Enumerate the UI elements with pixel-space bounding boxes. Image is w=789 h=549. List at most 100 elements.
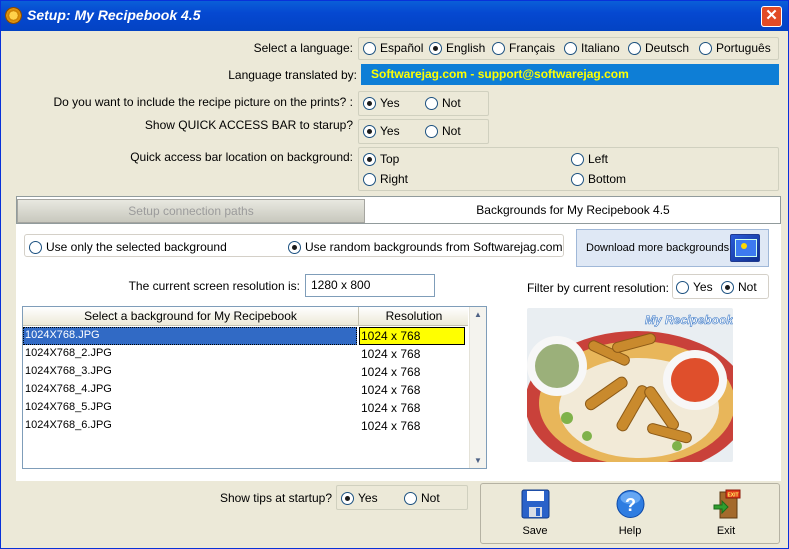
radio-only-selected[interactable]: Use only the selected background bbox=[29, 240, 227, 254]
radio-circle bbox=[363, 124, 376, 138]
save-label: Save bbox=[522, 525, 548, 537]
grid-cell-file: 1024X768_3.JPG bbox=[25, 365, 112, 377]
svg-text:?: ? bbox=[625, 495, 636, 515]
exit-door-icon: EXIT bbox=[713, 489, 741, 519]
radio-quick-no[interactable]: Not bbox=[425, 124, 461, 138]
radio-circle bbox=[699, 41, 712, 55]
monitor-download-icon bbox=[730, 234, 760, 262]
radio-label: Left bbox=[588, 152, 609, 166]
radio-label: Not bbox=[738, 280, 757, 294]
app-flower-icon bbox=[5, 7, 22, 24]
grid-cell-res: 1024 x 768 bbox=[361, 419, 421, 433]
radio-label: Top bbox=[380, 152, 400, 166]
radio-random-backgrounds[interactable]: Use random backgrounds from Softwarejag.… bbox=[288, 240, 563, 254]
translated-value: Softwarejag.com - support@softwarejag.co… bbox=[361, 64, 779, 85]
radio-location-top[interactable]: Top bbox=[363, 152, 399, 166]
scroll-down-icon[interactable]: ▼ bbox=[474, 456, 482, 465]
column-header-resolution[interactable]: Resolution bbox=[360, 307, 468, 325]
grid-row[interactable]: 1024X768.JPG 1024 x 768 bbox=[23, 327, 468, 345]
radio-language-de[interactable]: Deutsch bbox=[628, 41, 689, 55]
radio-label: Yes bbox=[380, 96, 400, 110]
grid-row[interactable]: 1024X768_5.JPG 1024 x 768 bbox=[23, 399, 468, 417]
radio-label: Right bbox=[380, 172, 409, 186]
grid-cell-file: 1024X768_2.JPG bbox=[25, 347, 112, 359]
radio-label: Use random backgrounds from Softwarejag.… bbox=[305, 240, 563, 254]
grid-cell-file: 1024X768_4.JPG bbox=[25, 383, 112, 395]
help-button[interactable]: ? Help bbox=[605, 489, 655, 539]
radio-label: Italiano bbox=[581, 41, 620, 55]
radio-circle bbox=[571, 152, 584, 166]
radio-tips-no[interactable]: Not bbox=[404, 491, 440, 505]
radio-label: Bottom bbox=[588, 172, 627, 186]
floppy-disk-icon bbox=[521, 489, 550, 519]
grid-row[interactable]: 1024X768_4.JPG 1024 x 768 bbox=[23, 381, 468, 399]
grid-row[interactable]: 1024X768_3.JPG 1024 x 768 bbox=[23, 363, 468, 381]
download-backgrounds-button[interactable]: Download more backgrounds bbox=[576, 229, 769, 267]
radio-language-it[interactable]: Italiano bbox=[564, 41, 620, 55]
grid-cell-res: 1024 x 768 bbox=[361, 347, 421, 361]
radio-label: Use only the selected background bbox=[46, 240, 227, 254]
radio-label: Español bbox=[380, 41, 424, 55]
resolution-label: The current screen resolution is: bbox=[128, 279, 300, 293]
radio-location-bottom[interactable]: Bottom bbox=[571, 172, 626, 186]
radio-circle bbox=[363, 172, 376, 186]
radio-label: Français bbox=[509, 41, 556, 55]
radio-circle bbox=[363, 152, 376, 166]
save-button[interactable]: Save bbox=[510, 489, 560, 539]
radio-circle bbox=[363, 96, 376, 110]
radio-language-pt[interactable]: Português bbox=[699, 41, 771, 55]
radio-label: Not bbox=[442, 96, 461, 110]
background-preview-image: My Recipebook bbox=[527, 308, 733, 462]
language-label: Select a language: bbox=[253, 41, 353, 55]
radio-circle bbox=[721, 280, 734, 294]
scroll-up-icon[interactable]: ▲ bbox=[474, 310, 482, 319]
radio-circle bbox=[571, 172, 584, 186]
filter-label: Filter by current resolution: bbox=[526, 281, 669, 295]
title-bar[interactable]: Setup: My Recipebook 4.5 ✕ bbox=[1, 1, 788, 31]
quick-location-group bbox=[358, 147, 779, 191]
grid-cell-res: 1024 x 768 bbox=[361, 383, 421, 397]
grid-row[interactable]: 1024X768_6.JPG 1024 x 768 bbox=[23, 417, 468, 435]
grid-cell-res: 1024 x 768 bbox=[361, 401, 421, 415]
radio-circle bbox=[363, 41, 376, 55]
radio-label: English bbox=[446, 41, 486, 55]
setup-window: Setup: My Recipebook 4.5 ✕ Select a lang… bbox=[0, 0, 789, 549]
svg-text:EXIT: EXIT bbox=[727, 493, 738, 499]
close-button[interactable]: ✕ bbox=[761, 6, 782, 27]
exit-button[interactable]: EXIT Exit bbox=[701, 489, 751, 539]
radio-language-en[interactable]: English bbox=[429, 41, 485, 55]
grid-row[interactable]: 1024X768_2.JPG 1024 x 768 bbox=[23, 345, 468, 363]
resolution-field[interactable]: 1280 x 800 bbox=[305, 274, 435, 297]
grid-cell-res: 1024 x 768 bbox=[361, 329, 421, 343]
grid-cell-file: 1024X768_5.JPG bbox=[25, 401, 112, 413]
grid-header: Select a background for My Recipebook Re… bbox=[23, 307, 468, 326]
radio-circle bbox=[404, 491, 417, 505]
photo-caption: My Recipebook bbox=[645, 313, 733, 327]
backgrounds-grid[interactable]: Select a background for My Recipebook Re… bbox=[22, 306, 487, 469]
radio-location-right[interactable]: Right bbox=[363, 172, 408, 186]
radio-circle bbox=[341, 491, 354, 505]
radio-location-left[interactable]: Left bbox=[571, 152, 608, 166]
tab-setup-connection-paths[interactable]: Setup connection paths bbox=[17, 199, 365, 223]
radio-filter-no[interactable]: Not bbox=[721, 280, 757, 294]
radio-label: Not bbox=[421, 491, 440, 505]
grid-cell-file: 1024X768.JPG bbox=[25, 329, 100, 341]
grid-scrollbar[interactable]: ▲ ▼ bbox=[469, 307, 486, 468]
radio-tips-yes[interactable]: Yes bbox=[341, 491, 378, 505]
radio-picture-yes[interactable]: Yes bbox=[363, 96, 400, 110]
tab-backgrounds[interactable]: Backgrounds for My Recipebook 4.5 bbox=[366, 199, 780, 223]
radio-picture-no[interactable]: Not bbox=[425, 96, 461, 110]
radio-language-es[interactable]: Español bbox=[363, 41, 423, 55]
radio-label: Deutsch bbox=[645, 41, 690, 55]
radio-circle bbox=[425, 96, 438, 110]
radio-circle bbox=[29, 240, 42, 254]
window-title: Setup: My Recipebook 4.5 bbox=[27, 7, 201, 23]
column-header-background[interactable]: Select a background for My Recipebook bbox=[23, 307, 359, 325]
radio-filter-yes[interactable]: Yes bbox=[676, 280, 713, 294]
help-question-icon: ? bbox=[616, 490, 645, 518]
radio-circle bbox=[676, 280, 689, 294]
radio-language-fr[interactable]: Français bbox=[492, 41, 555, 55]
grid-cell-res: 1024 x 768 bbox=[361, 365, 421, 379]
translated-label: Language translated by: bbox=[228, 68, 357, 82]
radio-quick-yes[interactable]: Yes bbox=[363, 124, 400, 138]
